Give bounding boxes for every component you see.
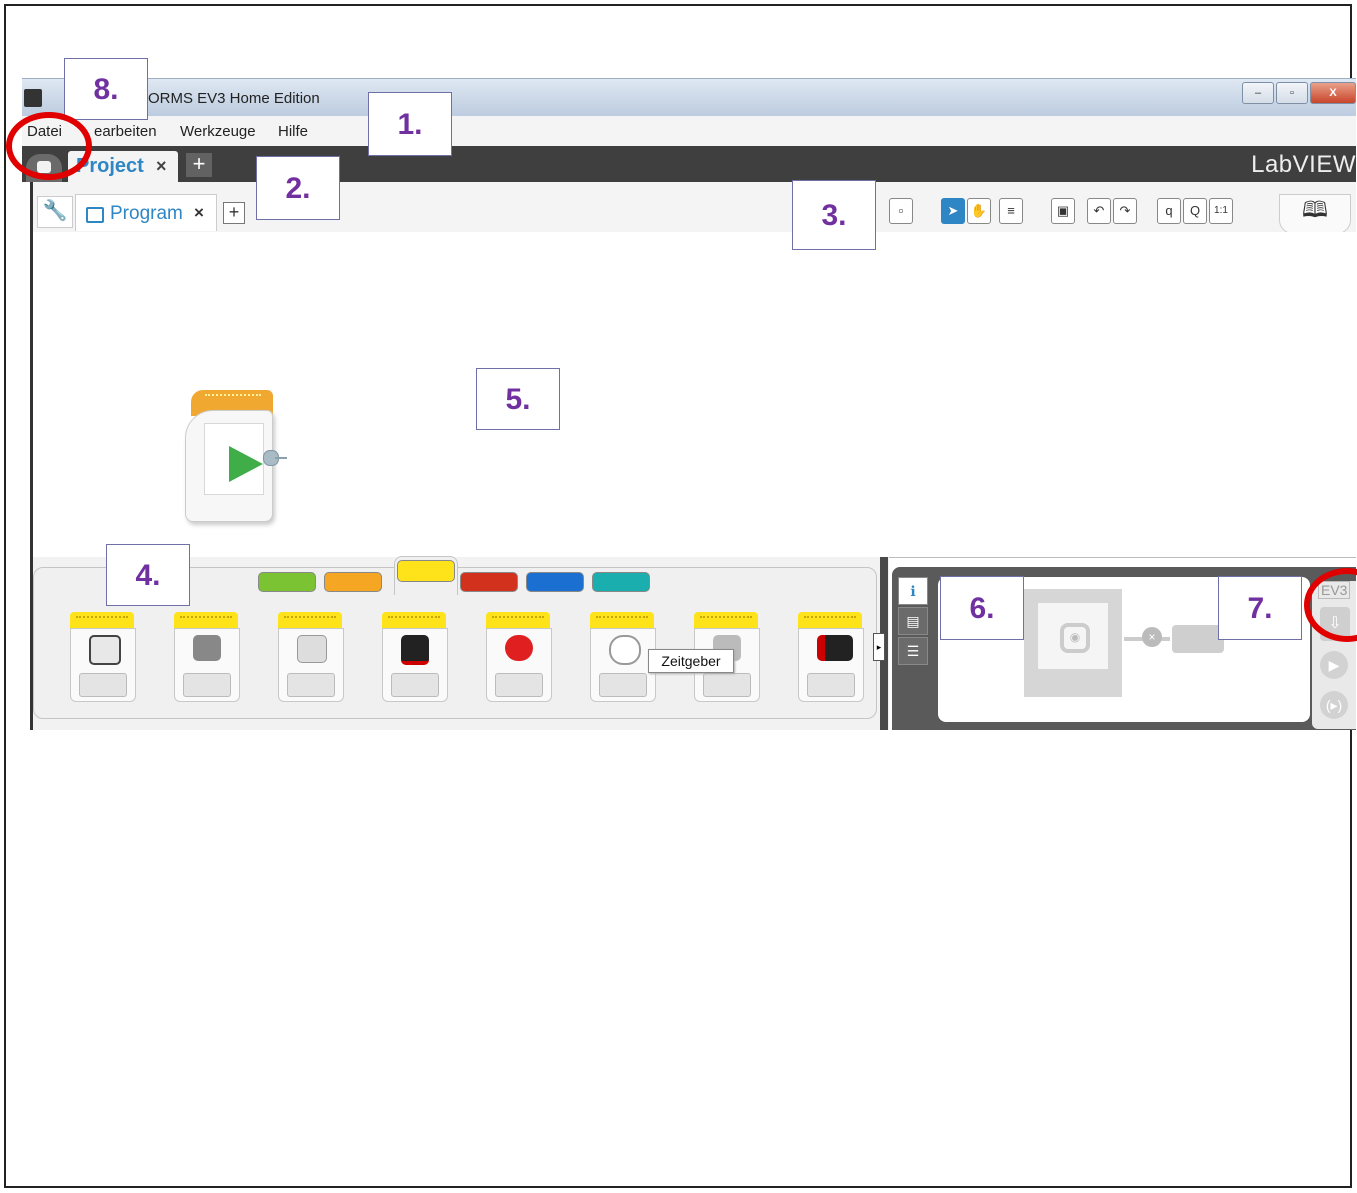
program-icon [86, 207, 104, 223]
labview-logo-text: LabVIEW [1251, 151, 1356, 178]
brick-button-icon: ◉ [1060, 623, 1090, 653]
close-program-icon[interactable]: × [194, 203, 204, 223]
redo-icon[interactable]: ↷ [1113, 198, 1137, 224]
palette-tab-data-operations[interactable] [460, 572, 518, 592]
add-project-button[interactable]: + [186, 153, 212, 177]
annotation-circle-datei [6, 112, 92, 180]
title-bar: ORMS EV3 Home Edition – ▫ X [22, 78, 1356, 117]
block-brick-buttons[interactable] [486, 612, 552, 702]
block-large-motor-rotation[interactable] [174, 612, 240, 702]
palette-tab-action[interactable] [258, 572, 316, 592]
block-infrared-sensor[interactable] [382, 612, 448, 702]
palette-tab-sensor[interactable] [397, 560, 455, 582]
program-bar: 🔧 Program × + ▫ ➤ ✋ ≡ ▣ ↶ ↷ q Q 1:1 🕮 [30, 182, 1356, 234]
block-color-sensor[interactable] [798, 612, 864, 702]
brick-information-icon[interactable]: ℹ [898, 577, 928, 605]
block-body [590, 628, 656, 702]
palette-tab-advanced[interactable] [526, 572, 584, 592]
close-project-icon[interactable]: × [156, 156, 167, 177]
download-and-run-icon[interactable]: ▶ [1320, 651, 1348, 679]
collapse-palette-arrow-icon[interactable]: ▸ [873, 633, 885, 661]
annotation-5: 5. [476, 368, 560, 430]
menu-hilfe[interactable]: Hilfe [278, 123, 308, 140]
block-mode-field [495, 673, 543, 697]
tab-program[interactable]: Program × [75, 194, 217, 231]
medium-motor-icon [89, 635, 121, 665]
sequence-wire-stub [275, 457, 287, 459]
available-bricks-icon[interactable]: ☰ [898, 637, 928, 665]
block-brick[interactable] [278, 612, 344, 702]
minimize-button[interactable]: – [1242, 82, 1274, 104]
content-editor-book-icon[interactable]: 🕮 [1279, 194, 1351, 234]
zoom-in-icon[interactable]: Q [1183, 198, 1207, 224]
annotation-4: 4. [106, 544, 190, 606]
block-body [278, 628, 344, 702]
block-mode-field [79, 673, 127, 697]
project-bar: Project × + LabVIEW [22, 146, 1356, 182]
usb-plug-icon [1172, 625, 1224, 653]
save-icon[interactable]: ▣ [1051, 198, 1075, 224]
block-tooltip: Zeitgeber [648, 649, 734, 673]
ev3-brick-icon [297, 635, 327, 663]
brick-buttons-icon [505, 635, 533, 661]
start-block-body [185, 410, 273, 522]
block-timer[interactable] [590, 612, 656, 702]
block-mode-field [287, 673, 335, 697]
play-icon [229, 446, 263, 482]
labview-logo: LabVIEW [1251, 151, 1356, 179]
undo-icon[interactable]: ↶ [1087, 198, 1111, 224]
hardware-page-tabs: ℹ ▤ ☰ [898, 577, 928, 687]
window-controls: – ▫ X [1242, 82, 1356, 104]
block-body [70, 628, 136, 702]
annotation-1: 1. [368, 92, 452, 156]
annotation-6: 6. [940, 576, 1024, 640]
block-mode-field [703, 673, 751, 697]
add-program-button[interactable]: + [223, 202, 245, 224]
app-icon [24, 89, 42, 107]
block-mode-field [391, 673, 439, 697]
menu-bar: Datei earbeiten Werkzeuge Hilfe [22, 116, 1356, 147]
annotation-7: 7. [1218, 576, 1302, 640]
ev3-brick-image: ◉ [1024, 589, 1122, 697]
start-block-face [204, 423, 264, 495]
block-mode-field [807, 673, 855, 697]
block-body [798, 628, 864, 702]
annotation-2: 2. [256, 156, 340, 220]
block-body [174, 628, 240, 702]
block-motor-rotation[interactable] [70, 612, 136, 702]
ev3-brick-face: ◉ [1038, 603, 1108, 669]
zoom-out-icon[interactable]: q [1157, 198, 1181, 224]
zoom-reset-button[interactable]: 1:1 [1209, 198, 1233, 224]
ev3-software-window: ORMS EV3 Home Edition – ▫ X Datei earbei… [22, 78, 1356, 730]
block-mode-field [183, 673, 231, 697]
block-mode-field [599, 673, 647, 697]
close-button[interactable]: X [1310, 82, 1356, 104]
start-block[interactable] [185, 390, 287, 522]
timer-icon [609, 635, 641, 665]
large-motor-icon [193, 635, 221, 661]
palette-tab-flow-control[interactable] [324, 572, 382, 592]
color-sensor-icon [817, 635, 853, 661]
comment-icon[interactable]: ≡ [999, 198, 1023, 224]
ir-sensor-icon [401, 635, 429, 665]
content-editor-icon[interactable]: ▫ [889, 198, 913, 224]
block-body [486, 628, 552, 702]
annotation-8: 8. [64, 58, 148, 120]
port-view-icon[interactable]: ▤ [898, 607, 928, 635]
project-properties-wrench-icon[interactable]: 🔧 [37, 196, 73, 228]
programming-canvas[interactable] [30, 232, 1356, 558]
window-title: ORMS EV3 Home Edition [148, 90, 320, 107]
program-tab-label: Program [110, 203, 183, 224]
pan-hand-icon[interactable]: ✋ [967, 198, 991, 224]
block-body [382, 628, 448, 702]
run-selected-icon[interactable]: (▸) [1320, 691, 1348, 719]
menu-bearbeiten[interactable]: earbeiten [94, 123, 157, 140]
disconnected-icon: × [1142, 627, 1162, 647]
palette-tab-my-blocks[interactable] [592, 572, 650, 592]
menu-werkzeuge[interactable]: Werkzeuge [180, 123, 256, 140]
select-pointer-icon[interactable]: ➤ [941, 198, 965, 224]
maximize-button[interactable]: ▫ [1276, 82, 1308, 104]
annotation-3: 3. [792, 180, 876, 250]
